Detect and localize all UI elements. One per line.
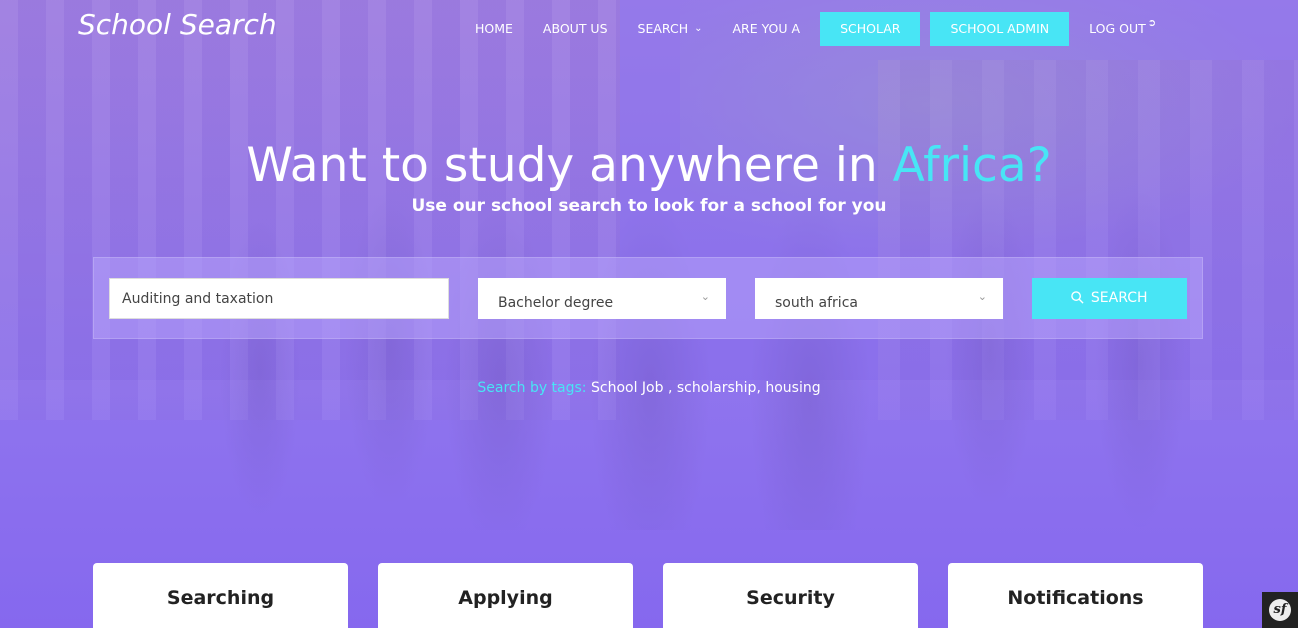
feature-card-title: Applying: [458, 587, 553, 609]
course-search-input[interactable]: [109, 278, 449, 319]
nav-about-label: ABOUT US: [542, 21, 608, 36]
nav-search-label: SEARCH: [637, 21, 689, 36]
search-button-label: SEARCH: [1090, 290, 1148, 306]
page-headline: Want to study anywhere in Africa?: [0, 138, 1298, 194]
page-subheadline: Use our school search to look for a scho…: [411, 196, 887, 216]
headline-main: Want to study anywhere in: [246, 138, 893, 193]
feature-card-security: Security: [663, 563, 918, 628]
degree-select[interactable]: Bachelor degree ⌄: [478, 278, 726, 319]
main-nav: HOME ABOUT US SEARCH ⌄ ARE YOU A SCHOLAR…: [460, 12, 1171, 46]
hero-section: School Search HOME ABOUT US SEARCH ⌄ ARE…: [0, 0, 1298, 628]
nav-are-you-a-label: ARE YOU A: [732, 21, 801, 36]
country-select-value: south africa: [775, 295, 858, 311]
feature-card-title: Security: [746, 587, 835, 609]
search-icon: [1071, 291, 1085, 304]
nav-are-you-a[interactable]: ARE YOU A: [717, 12, 815, 46]
feature-card-title: Notifications: [1007, 587, 1144, 609]
nav-logout[interactable]: LOG OUT ➲: [1074, 12, 1171, 46]
debug-toolbar-toggle[interactable]: sf: [1262, 592, 1298, 628]
school-admin-button[interactable]: SCHOOL ADMIN: [930, 12, 1070, 46]
degree-select-value: Bachelor degree: [498, 295, 614, 311]
nav-search-dropdown[interactable]: SEARCH ⌄: [623, 12, 718, 46]
feature-card-title: Searching: [166, 587, 275, 609]
chevron-down-icon: ⌄: [700, 290, 710, 303]
nav-logout-label: LOG OUT: [1089, 21, 1146, 36]
headline-accent: Africa?: [892, 138, 1052, 193]
symfony-toolbar-icon: sf: [1269, 599, 1291, 621]
search-button[interactable]: SEARCH: [1032, 278, 1187, 319]
nav-home[interactable]: HOME: [460, 12, 528, 46]
school-admin-button-label: SCHOOL ADMIN: [950, 21, 1050, 36]
feature-card-searching: Searching: [93, 563, 348, 628]
chevron-down-icon: ⌄: [694, 23, 703, 34]
logout-icon: ➲: [1147, 18, 1157, 29]
search-form: Bachelor degree ⌄ south africa ⌄ SEARCH: [93, 257, 1203, 339]
search-tags: Search by tags: School Job , scholarship…: [0, 380, 1298, 396]
scholar-button[interactable]: SCHOLAR: [820, 12, 921, 46]
tags-list[interactable]: School Job , scholarship, housing: [587, 380, 821, 396]
feature-card-applying: Applying: [378, 563, 633, 628]
nav-about-us[interactable]: ABOUT US: [528, 12, 623, 46]
chevron-down-icon: ⌄: [977, 290, 987, 303]
scholar-button-label: SCHOLAR: [840, 21, 901, 36]
tags-label: Search by tags:: [477, 380, 587, 396]
country-select[interactable]: south africa ⌄: [755, 278, 1003, 319]
feature-card-notifications: Notifications: [948, 563, 1203, 628]
brand-logo[interactable]: School Search: [78, 8, 277, 41]
nav-home-label: HOME: [475, 21, 513, 36]
